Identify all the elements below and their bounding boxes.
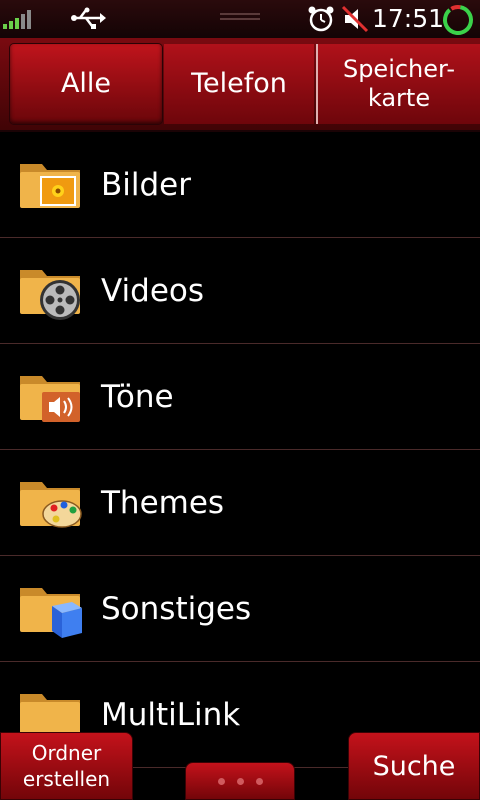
list-item-label: Töne <box>101 379 174 415</box>
clock: 17:51 <box>372 4 445 33</box>
list-item[interactable]: Bilder <box>0 132 480 238</box>
list-item[interactable]: Töne <box>0 344 480 450</box>
search-button[interactable]: Suche <box>348 732 480 800</box>
usb-icon <box>71 7 106 29</box>
status-bar: 17:51 <box>0 0 480 38</box>
folder-list: Bilder Videos Töne Themes Sonstiges Mult… <box>0 132 480 768</box>
list-item-label: Themes <box>101 485 225 521</box>
signal-icon <box>3 10 31 29</box>
list-item[interactable]: Sonstiges <box>0 556 480 662</box>
dot-icon <box>217 777 225 785</box>
alarm-icon <box>308 6 334 32</box>
folder-cube-icon <box>20 588 82 638</box>
folder-speaker-icon <box>20 376 80 422</box>
list-item[interactable]: Themes <box>0 450 480 556</box>
dot-icon <box>236 777 244 785</box>
list-item-label: Sonstiges <box>101 591 252 627</box>
status-grip-icon[interactable] <box>220 12 260 24</box>
battery-ring-icon <box>443 5 473 35</box>
create-folder-button[interactable]: Ordner erstellen <box>0 732 133 800</box>
folder-film-icon <box>20 270 80 320</box>
storage-tabs: Alle Telefon Speicher- karte <box>0 38 480 132</box>
dot-icon <box>255 777 263 785</box>
list-item[interactable]: Videos <box>0 238 480 344</box>
folder-palette-icon <box>20 482 82 528</box>
more-options-button[interactable] <box>185 762 295 800</box>
muted-speaker-icon <box>341 5 369 33</box>
list-item-label: Bilder <box>101 167 191 203</box>
list-item-label: Videos <box>101 273 205 309</box>
folder-image-icon <box>20 164 80 208</box>
tab-phone[interactable]: Telefon <box>164 44 314 124</box>
tab-memory-card[interactable]: Speicher- karte <box>316 44 480 124</box>
tab-all[interactable]: Alle <box>10 44 162 124</box>
